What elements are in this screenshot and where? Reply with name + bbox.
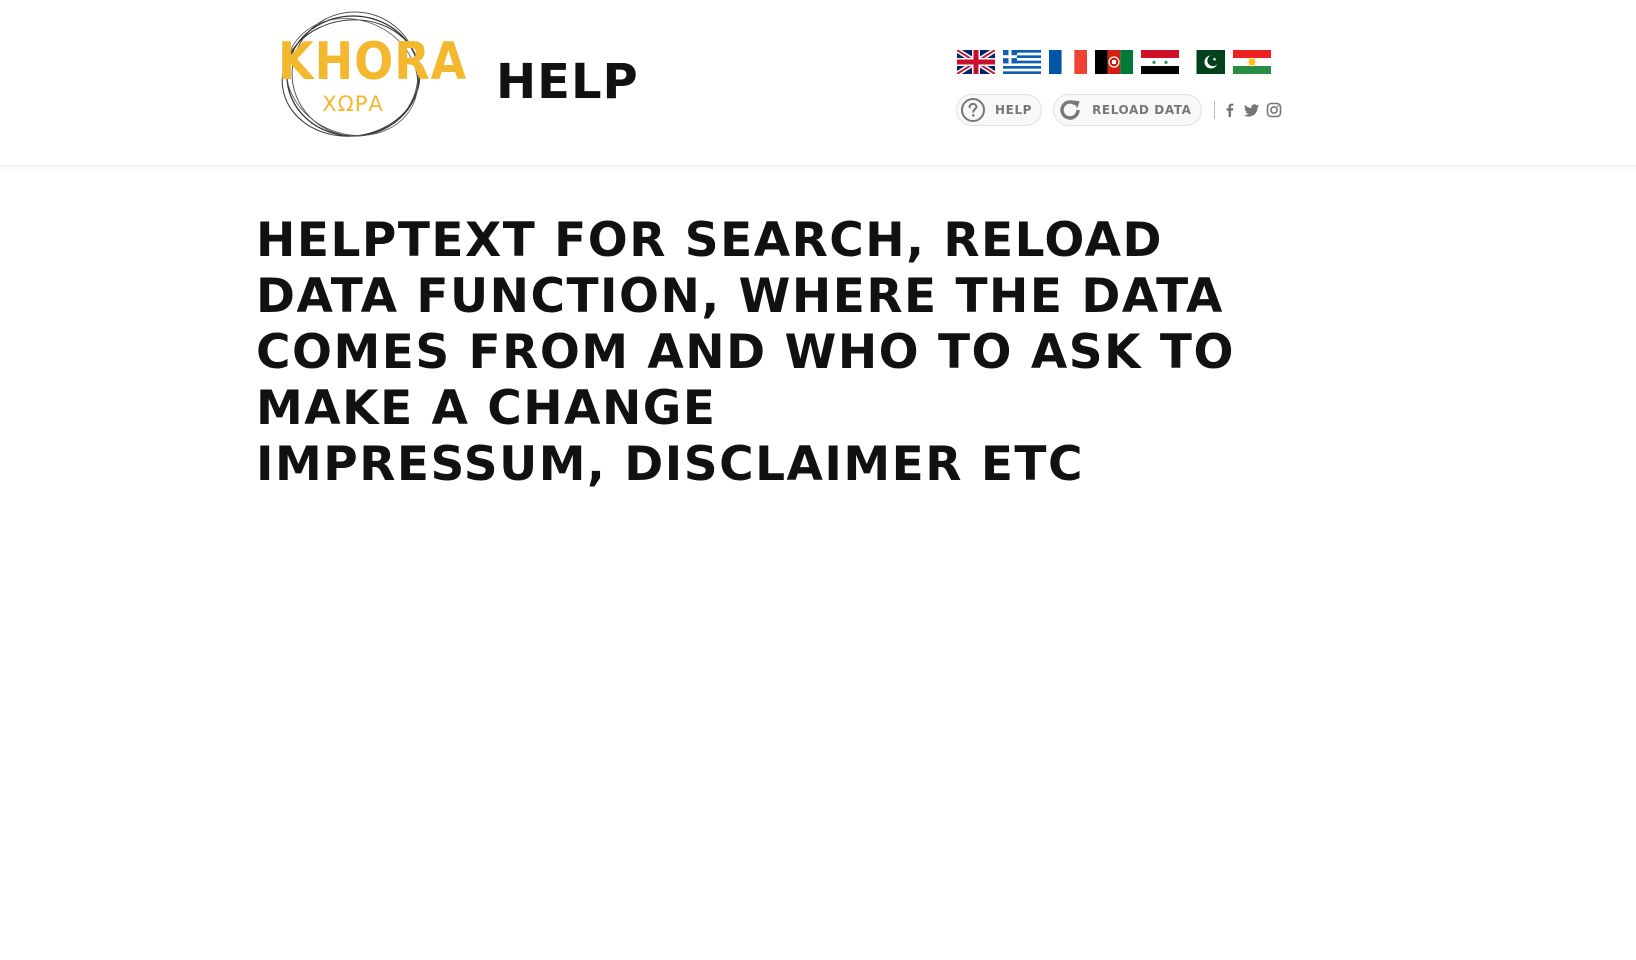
reload-data-button-label: RELOAD DATA [1092, 103, 1192, 117]
reload-icon [1060, 100, 1080, 120]
logo-wordmark: KHORA [278, 30, 468, 92]
flag-afghanistan-icon[interactable] [1095, 50, 1133, 74]
help-button-label: HELP [995, 103, 1033, 117]
khora-logo[interactable]: KHORA ΧΩΡΑ [278, 8, 468, 144]
help-heading-line-1: HELPTEXT FOR SEARCH, RELOAD DATA FUNCTIO… [256, 213, 1235, 436]
flag-greece-icon[interactable] [1003, 50, 1041, 74]
language-flags [957, 50, 1271, 74]
facebook-icon[interactable] [1222, 102, 1238, 118]
flag-france-icon[interactable] [1049, 50, 1087, 74]
header-toolbar: HELP RELOAD DATA [956, 94, 1288, 126]
help-heading: HELPTEXT FOR SEARCH, RELOAD DATA FUNCTIO… [256, 213, 1256, 493]
flag-pakistan-icon[interactable] [1187, 50, 1225, 74]
reload-data-button[interactable]: RELOAD DATA [1053, 94, 1202, 126]
twitter-icon[interactable] [1243, 102, 1260, 118]
question-circle-icon [961, 98, 985, 122]
main-content: HELPTEXT FOR SEARCH, RELOAD DATA FUNCTIO… [256, 213, 1256, 493]
flag-kurdistan-icon[interactable] [1233, 50, 1271, 74]
flag-uk-icon[interactable] [957, 50, 995, 74]
logo-greek-wordmark: ΧΩΡΑ [322, 92, 384, 116]
site-header: KHORA ΧΩΡΑ HELP HELP RELOAD DATA [0, 0, 1636, 166]
help-button[interactable]: HELP [956, 94, 1043, 126]
toolbar-divider [1213, 101, 1215, 119]
flag-syria-icon[interactable] [1141, 50, 1179, 74]
help-heading-line-2: IMPRESSUM, DISCLAIMER ETC [256, 437, 1084, 492]
instagram-icon[interactable] [1266, 102, 1282, 118]
page-title: HELP [496, 54, 639, 110]
